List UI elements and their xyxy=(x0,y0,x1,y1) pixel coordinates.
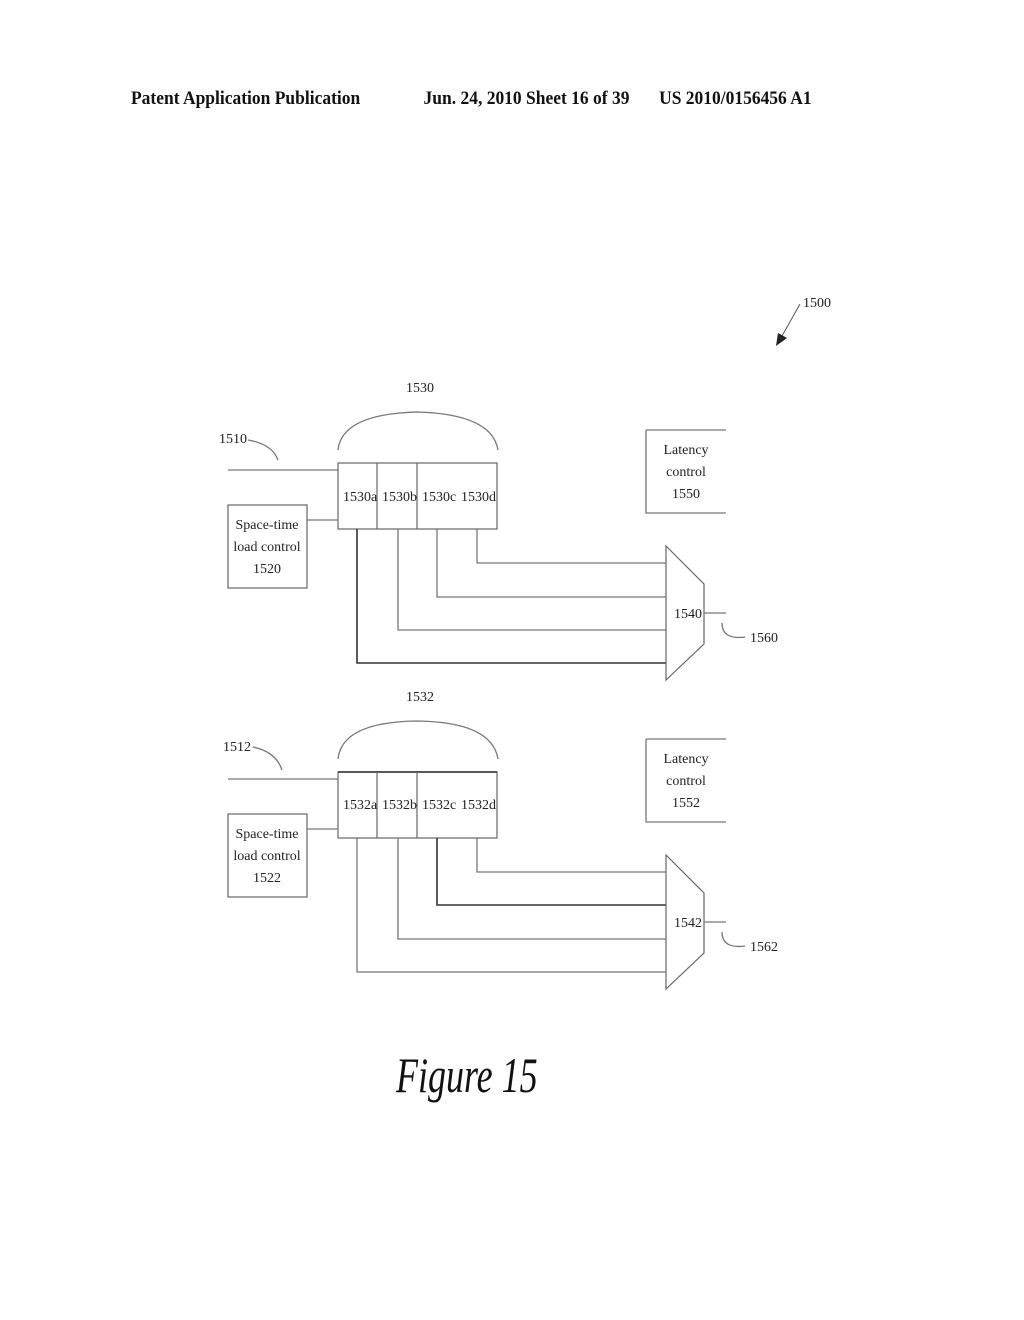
buffer-slot-c: 1532c xyxy=(422,798,456,813)
buffer-ref-label: 1532 xyxy=(406,690,434,705)
buffer-slot-a: 1530a xyxy=(343,490,378,505)
buffer-slot-d: 1532d xyxy=(461,798,496,813)
buffer-slot-d: 1530d xyxy=(461,490,496,505)
latency-control-ref: 1552 xyxy=(672,796,700,811)
wire-slot-b xyxy=(397,529,666,631)
latency-control-subtitle: control xyxy=(666,774,706,789)
load-control-title: Space-time xyxy=(236,827,299,842)
latency-control-title: Latency xyxy=(663,443,708,458)
input-ref-label: 1512 xyxy=(223,740,251,755)
wire-slot-d xyxy=(476,838,666,873)
load-control-subtitle: load control xyxy=(233,540,300,555)
load-control-subtitle: load control xyxy=(233,849,300,864)
channel-group-1: 1530 1510 1530a 1530b 1530c 1530d Space-… xyxy=(219,381,778,682)
buffer-slot-b: 1530b xyxy=(382,490,417,505)
buffer-slot-a: 1532a xyxy=(343,798,378,813)
output-ref-leader xyxy=(721,931,746,948)
figure-ref-label: 1500 xyxy=(803,296,831,311)
load-control-ref: 1520 xyxy=(253,562,281,577)
latency-control-ref: 1550 xyxy=(672,487,700,502)
wire-slot-a xyxy=(356,529,666,664)
figure-ref-leader xyxy=(781,303,801,337)
input-ref-label: 1510 xyxy=(219,432,247,447)
latency-control-title: Latency xyxy=(663,752,708,767)
channel-group-2: 1532 1512 1532a 1532b 1532c 1532d Space-… xyxy=(223,690,778,991)
multiplexer-ref: 1542 xyxy=(674,916,702,931)
input-ref-leader xyxy=(247,439,279,461)
multiplexer-ref: 1540 xyxy=(674,607,702,622)
arrowhead-icon xyxy=(776,333,787,346)
buffer-ref-label: 1530 xyxy=(406,381,434,396)
buffer-brace xyxy=(337,411,499,451)
output-ref-label: 1562 xyxy=(750,940,778,955)
figure-15-diagram: 1500 1530 1510 1530a 1530b 1530c 1530d S… xyxy=(219,296,831,991)
buffer-slot-c: 1530c xyxy=(422,490,456,505)
output-ref-leader xyxy=(721,622,746,639)
latency-control-subtitle: control xyxy=(666,465,706,480)
figure-caption: Figure 15 xyxy=(396,1047,538,1103)
wire-slot-b xyxy=(397,838,666,940)
wire-slot-d xyxy=(476,529,666,564)
buffer-slot-b: 1532b xyxy=(382,798,417,813)
load-control-ref: 1522 xyxy=(253,871,281,886)
figure-ref-1500: 1500 xyxy=(776,296,831,346)
buffer-brace xyxy=(337,720,499,760)
load-control-title: Space-time xyxy=(236,518,299,533)
input-ref-leader xyxy=(252,746,283,771)
output-ref-label: 1560 xyxy=(750,631,778,646)
